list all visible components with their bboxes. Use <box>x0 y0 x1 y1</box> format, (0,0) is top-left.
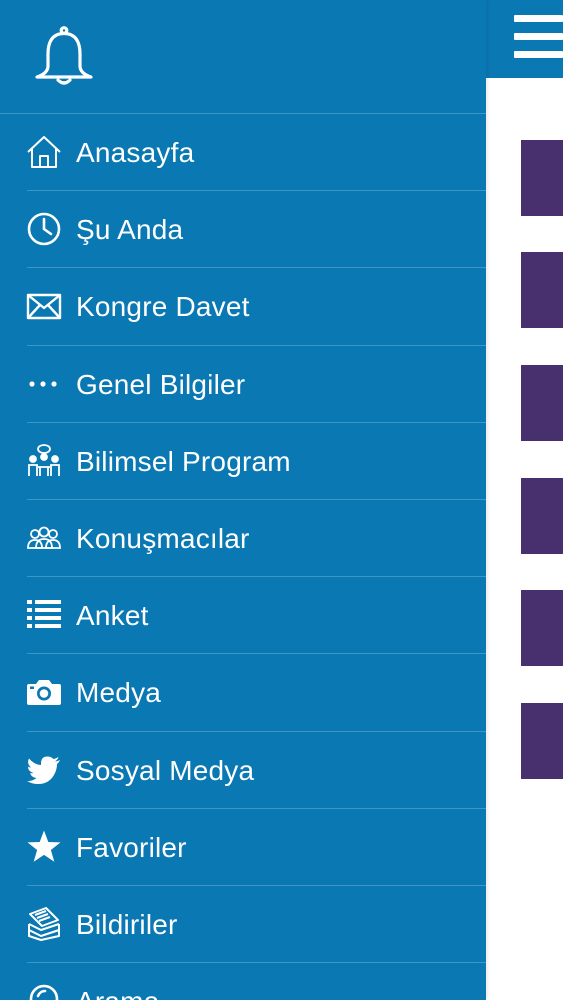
menu-item-arama[interactable]: Arama <box>0 963 486 1000</box>
menu-item-anket[interactable]: Anket <box>0 577 486 655</box>
menu-item-konusmacilar[interactable]: Konuşmacılar <box>0 500 486 578</box>
content-tile[interactable] <box>521 252 563 328</box>
menu-item-label: Genel Bilgiler <box>76 368 246 400</box>
content-tile[interactable] <box>521 140 563 216</box>
menu-item-su-anda[interactable]: Şu Anda <box>0 191 486 269</box>
home-icon <box>26 134 62 170</box>
star-icon <box>26 829 62 865</box>
menu-item-label: Anasayfa <box>76 137 195 168</box>
menu-item-label: Medya <box>76 677 162 709</box>
meeting-icon <box>26 443 62 479</box>
menu-item-kongre-davet[interactable]: Kongre Davet <box>0 268 486 346</box>
menu-item-label: Arama <box>76 963 159 1000</box>
clock-icon <box>26 211 62 247</box>
menu-item-label: Konuşmacılar <box>76 522 250 554</box>
menu-item-label: Bilimsel Program <box>76 445 291 477</box>
hamburger-menu-icon[interactable] <box>514 15 563 59</box>
content-tile[interactable] <box>521 478 563 554</box>
menu-item-label: Şu Anda <box>76 214 184 246</box>
search-icon <box>26 983 62 1000</box>
list-icon <box>26 597 62 633</box>
menu-item-bildiriler[interactable]: Bildiriler <box>0 886 486 964</box>
twitter-icon <box>26 752 62 788</box>
menu-item-label: Bildiriler <box>76 908 178 940</box>
people-icon <box>26 520 62 556</box>
menu-item-label: Kongre Davet <box>76 291 250 323</box>
more-dots-icon <box>26 366 62 402</box>
drawer-header <box>0 0 486 113</box>
menu-item-label: Anket <box>76 600 149 632</box>
papers-icon <box>26 906 62 942</box>
menu-item-medya[interactable]: Medya <box>0 654 486 732</box>
menu-item-anasayfa[interactable]: Anasayfa <box>0 114 486 192</box>
bell-icon[interactable] <box>33 26 95 88</box>
content-tile[interactable] <box>521 590 563 666</box>
menu-item-label: Sosyal Medya <box>76 754 255 786</box>
camera-icon <box>26 674 62 710</box>
navigation-drawer: Anasayfa Şu Anda Kongre Davet Genel Bilg… <box>0 0 486 1000</box>
drawer-menu: Anasayfa Şu Anda Kongre Davet Genel Bilg… <box>0 114 486 1000</box>
content-tile[interactable] <box>521 365 563 441</box>
menu-item-bilimsel-program[interactable]: Bilimsel Program <box>0 423 486 501</box>
menu-item-favoriler[interactable]: Favoriler <box>0 809 486 887</box>
content-tile[interactable] <box>521 703 563 779</box>
envelope-icon <box>26 288 62 324</box>
menu-item-sosyal-medya[interactable]: Sosyal Medya <box>0 732 486 809</box>
menu-item-label: Favoriler <box>76 831 187 863</box>
menu-item-genel-bilgiler[interactable]: Genel Bilgiler <box>0 346 486 423</box>
